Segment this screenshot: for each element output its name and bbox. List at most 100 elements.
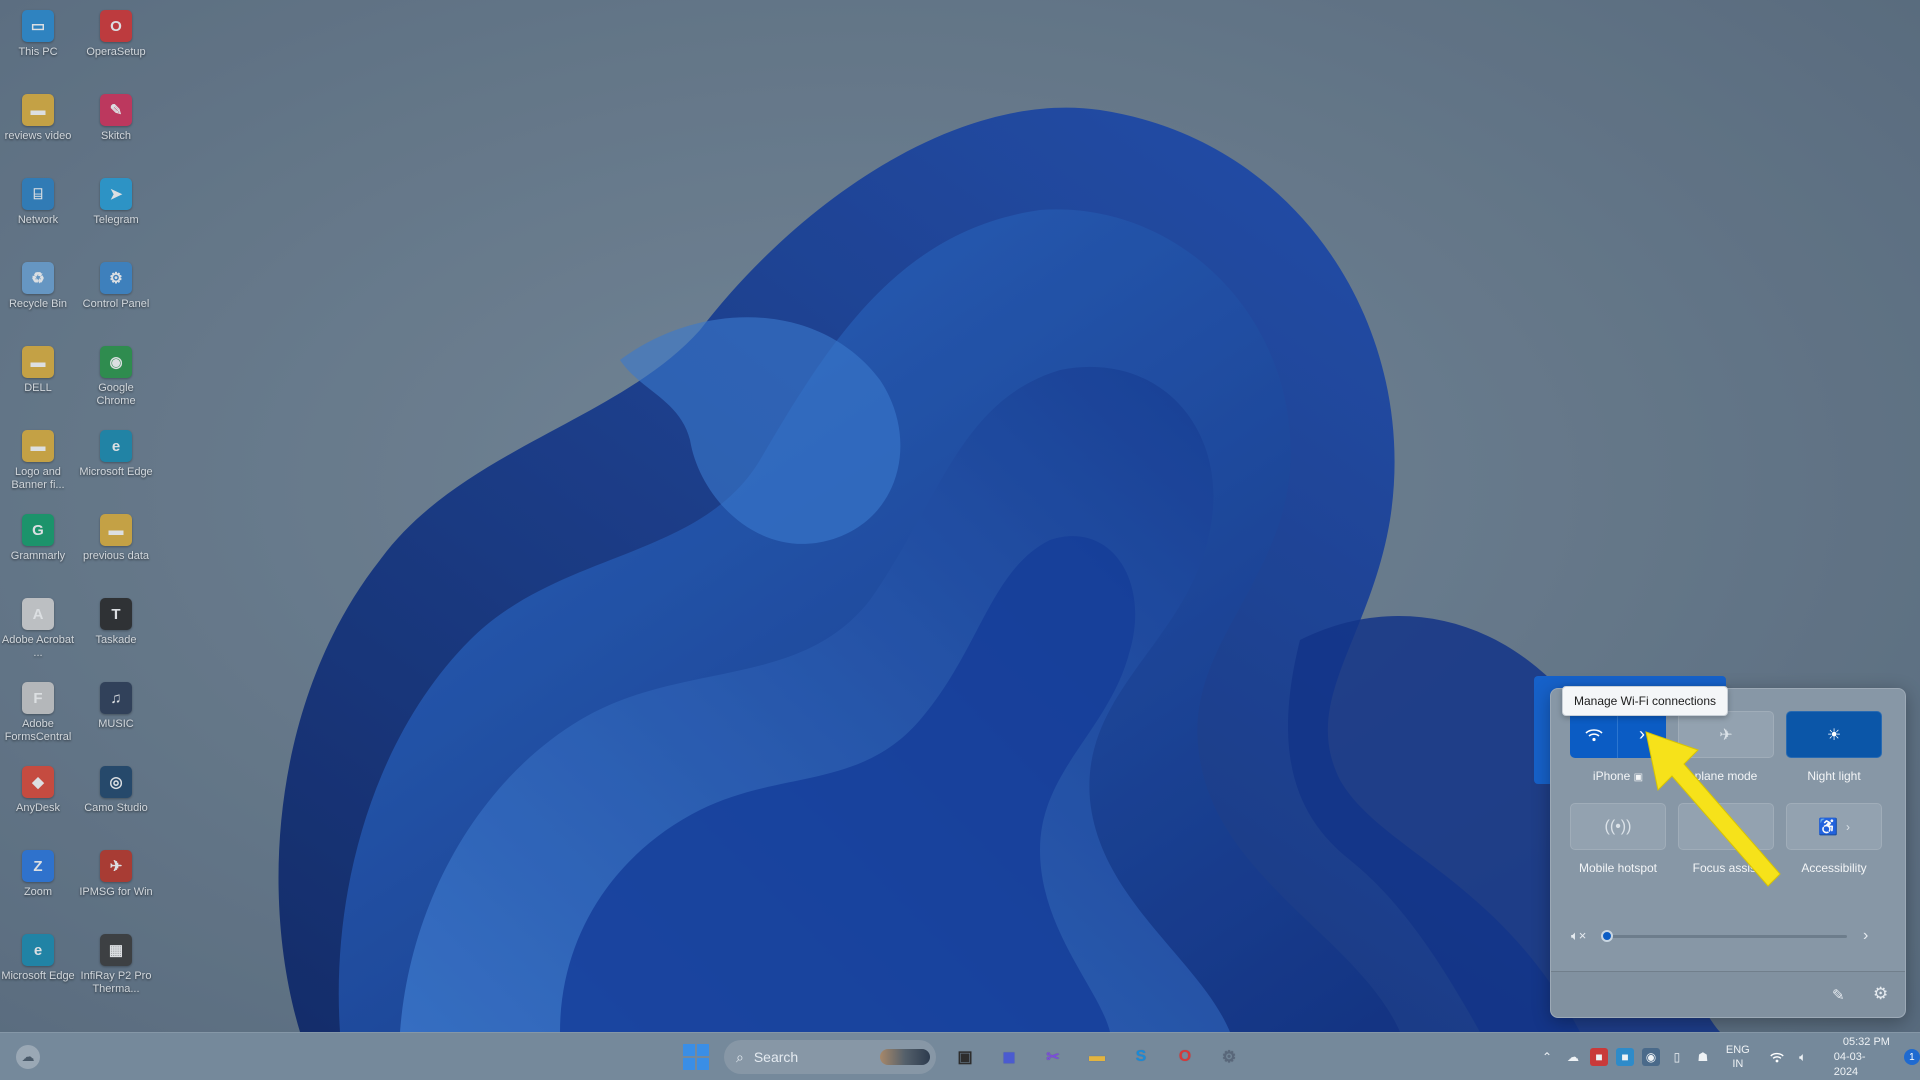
onedrive-icon[interactable]: ☁ (1564, 1048, 1582, 1066)
ipmsg-icon: ✈ (100, 850, 132, 882)
network-icon: ⌸ (22, 178, 54, 210)
search-placeholder: Search (753, 1049, 799, 1065)
desktop-icon[interactable]: ◎ Camo Studio (78, 762, 154, 846)
desktop-icon[interactable]: ▬ reviews video (0, 90, 76, 174)
tile-label-accessibility: Accessibility (1801, 861, 1867, 875)
widgets-icon[interactable]: ☁ (16, 1045, 40, 1069)
desktop-icon[interactable]: O OperaSetup (78, 6, 154, 90)
edit-pencil-icon[interactable]: ✎ (1832, 986, 1845, 1004)
system-tray: ⌃ ☁ ■ ■ ◉ ▯ ☗ ENG IN 🔈︎ 05:32 PM 04-03-2… (1538, 1036, 1920, 1078)
desktop-icon[interactable]: G Grammarly (0, 510, 76, 594)
desktop-icon[interactable]: ◆ AnyDesk (0, 762, 76, 846)
desktop-icon-label: Adobe FormsCentral (4, 718, 72, 743)
snipping-taskbar-icon[interactable]: ✂ (1036, 1040, 1070, 1074)
desktop-icon[interactable]: ◉ Google Chrome (78, 342, 154, 426)
brightness-icon: ☀ (1826, 726, 1842, 744)
desktop-icon[interactable]: ✈ IPMSG for Win (78, 846, 154, 930)
search-highlight-image (880, 1049, 930, 1065)
desktop-icon-grid: ▭ This PC O OperaSetup ▬ reviews video ✎ Skitch… (0, 0, 160, 1030)
recycle-bin-icon: ♻ (22, 262, 54, 294)
desktop-icon-label: Grammarly (10, 550, 66, 562)
desktop-icon[interactable]: ♻ Recycle Bin (0, 258, 76, 342)
opera-icon: O (100, 10, 132, 42)
wifi-toggle[interactable] (1570, 711, 1618, 758)
desktop-icon[interactable]: ▬ previous data (78, 510, 154, 594)
desktop-icon[interactable]: e Microsoft Edge (0, 930, 76, 1014)
desktop-icon-label: Taskade (95, 634, 137, 646)
desktop-icon[interactable]: ▦ InfiRay P2 Pro Therma... (78, 930, 154, 1014)
gear-icon[interactable]: ⚙ (1873, 984, 1888, 1004)
desktop-icon-label: DELL (24, 382, 52, 394)
desktop-icon[interactable]: F Adobe FormsCentral (0, 678, 76, 762)
tray-app-icon[interactable]: ■ (1589, 1048, 1608, 1066)
night-light-button[interactable]: ☀ (1786, 711, 1882, 758)
start-button[interactable] (680, 1041, 712, 1073)
monitor-icon: ▭ (22, 10, 54, 42)
language-indicator[interactable]: ENG IN (1726, 1043, 1750, 1071)
skype-taskbar-icon[interactable]: S (1124, 1040, 1158, 1074)
settings-taskbar-icon[interactable]: ⚙ (1212, 1040, 1246, 1074)
tooltip-manage-wifi: Manage Wi-Fi connections (1562, 686, 1728, 716)
tile-night-light: ☀ Night light (1786, 711, 1882, 783)
taskbar-search-box[interactable]: ⌕ Search (724, 1040, 936, 1074)
desktop-icon[interactable]: ⌸ Network (0, 174, 76, 258)
desktop-icon[interactable]: T Taskade (78, 594, 154, 678)
skitch-icon: ✎ (100, 94, 132, 126)
camo-icon: ◎ (100, 766, 132, 798)
desktop-icon-label: Skitch (101, 130, 131, 142)
folder-icon: ▬ (22, 94, 54, 126)
file-explorer-taskbar-icon[interactable]: ▬ (1080, 1040, 1114, 1074)
clock-time: 05:32 PM (1842, 1035, 1890, 1048)
taskbar: ☁ ⌕ Search ▣ ◼ ✂ ▬ S O ⚙ ⌃ ☁ ■ ■ ◉ ▯ ☗ ENG IN … (0, 1032, 1920, 1080)
folder-icon: ▬ (22, 346, 54, 378)
volume-slider[interactable] (1601, 929, 1847, 942)
wifi-icon[interactable] (1768, 1048, 1786, 1066)
desktop-icon[interactable]: ⚙ Control Panel (78, 258, 154, 342)
speaker-mute-icon[interactable]: 🔈︎× (1571, 928, 1597, 944)
zoom-icon: Z (22, 850, 54, 882)
desktop-icon[interactable]: ▬ Logo and Banner fi... (0, 426, 76, 510)
desktop-icon-label: This PC (18, 46, 58, 58)
desktop-icon-label: Microsoft Edge (1, 970, 75, 982)
desktop-icon[interactable]: ▭ This PC (0, 6, 76, 90)
control-panel-icon: ⚙ (100, 262, 132, 294)
opera-taskbar-icon[interactable]: O (1168, 1040, 1202, 1074)
accessibility-button[interactable]: ♿ › (1786, 803, 1882, 850)
anydesk-icon: ◆ (22, 766, 54, 798)
usb-icon[interactable]: ▯ (1668, 1048, 1686, 1066)
volume-slider-thumb[interactable] (1601, 929, 1613, 942)
desktop-icon-label: OperaSetup (86, 46, 146, 58)
clock[interactable]: 05:32 PM 04-03-2024 (1834, 1035, 1890, 1080)
accessibility-icon: ♿ (1818, 818, 1838, 836)
desktop-icon[interactable]: e Microsoft Edge (78, 426, 154, 510)
desktop-icon[interactable]: A Adobe Acrobat ... (0, 594, 76, 678)
chat-taskbar-icon[interactable]: ◼ (992, 1040, 1026, 1074)
region-code: IN (1732, 1058, 1744, 1070)
chevron-up-icon[interactable]: ⌃ (1538, 1048, 1556, 1066)
edge-icon: e (100, 430, 132, 462)
windows-logo-pane (683, 1058, 695, 1070)
desktop-icon-label: Network (17, 214, 59, 226)
tray-app-icon[interactable]: ☗ (1694, 1048, 1712, 1066)
desktop-icon[interactable]: Z Zoom (0, 846, 76, 930)
notification-badge[interactable]: 1 (1903, 1049, 1920, 1065)
tray-app-icon[interactable]: ■ (1615, 1048, 1634, 1066)
desktop-icon[interactable]: ♫ MUSIC (78, 678, 154, 762)
desktop-icon-label: Zoom (23, 886, 53, 898)
task-view-taskbar-icon[interactable]: ▣ (948, 1040, 982, 1074)
grammarly-icon: G (22, 514, 54, 546)
desktop-icon[interactable]: ▬ DELL (0, 342, 76, 426)
desktop-icon[interactable]: ✎ Skitch (78, 90, 154, 174)
desktop-icon[interactable]: ➤ Telegram (78, 174, 154, 258)
wifi-icon (1584, 728, 1603, 741)
yellow-pointer-arrow (1645, 731, 1781, 887)
audio-output-chevron-icon[interactable]: › (1863, 927, 1868, 945)
chrome-icon: ◉ (100, 346, 132, 378)
desktop-icon-label: MUSIC (98, 718, 134, 730)
folder-icon: ▬ (100, 514, 132, 546)
tray-app-icon[interactable]: ◉ (1641, 1048, 1660, 1066)
windows-logo-pane (697, 1058, 709, 1070)
folder-icon: ▬ (22, 430, 54, 462)
speaker-mute-icon[interactable]: 🔈︎ (1794, 1048, 1812, 1066)
windows-logo-icon (683, 1044, 695, 1056)
